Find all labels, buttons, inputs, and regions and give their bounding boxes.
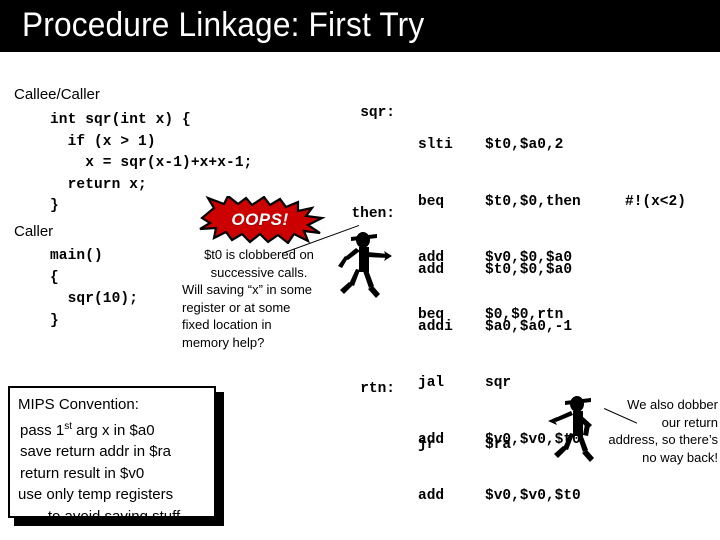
- asm-comment: #!(x<2): [625, 193, 686, 210]
- asm-op: add: [418, 262, 445, 278]
- asm-label-rtn: rtn:: [360, 381, 395, 397]
- asm-label-sqr: sqr:: [360, 105, 395, 121]
- asm-args: $a0,$a0,-1: [485, 318, 573, 335]
- mips-line-text: pass 1: [20, 421, 65, 439]
- asm-op: slti: [418, 137, 453, 153]
- mips-line-text: MIPS Convention:: [18, 396, 139, 413]
- stick-figure-icon-rtn: [548, 392, 604, 464]
- asm-block-rtn: jr $ra: [418, 405, 511, 494]
- asm-row: jal sqr: [418, 375, 511, 400]
- asm-args: $t0,$0,$a0: [485, 262, 573, 278]
- asm-row: beq $t0,$0,then #!(x<2): [418, 193, 686, 219]
- asm-args: $t0,$a0,2: [485, 137, 564, 153]
- asm-args: $v0,$v0,$t0: [485, 488, 581, 504]
- mips-line: use only temp registers: [10, 484, 218, 506]
- mips-line: return result in $v0: [10, 463, 218, 485]
- asm-op: addi: [418, 318, 453, 335]
- mips-line-text: use only temp registers: [18, 486, 174, 503]
- asm-args: $ra: [485, 437, 512, 453]
- asm-label-then: then:: [351, 206, 395, 222]
- asm-args: $t0,$0,then: [485, 193, 581, 210]
- asm-args: sqr: [485, 375, 512, 391]
- mips-line-text: save return addr in $ra: [20, 443, 171, 460]
- c-code-main: main() { sqr(10); }: [50, 248, 139, 329]
- asm-row: jr $ra: [418, 437, 511, 462]
- slide-canvas: Procedure Linkage: First Try Callee/Call…: [0, 0, 720, 540]
- mips-convention-box: MIPS Convention: pass 1st arg x in $a0 s…: [8, 386, 216, 525]
- mips-line-text: to avoid saving stuff: [47, 507, 181, 525]
- mips-line-text: return result in $v0: [20, 464, 145, 482]
- page-title: Procedure Linkage: First Try: [22, 6, 425, 44]
- asm-op: jr: [418, 437, 436, 453]
- mips-line: save return addr in $ra: [10, 441, 218, 463]
- asm-row: addi $a0,$a0,-1: [418, 318, 572, 344]
- asm-row: add $t0,$0,$a0: [418, 262, 572, 287]
- mips-line: MIPS Convention:: [10, 394, 218, 416]
- annotation-clobber-top: $t0 is clobbered on successive calls.: [204, 247, 314, 280]
- annotation-return-address: We also dobber our return address, so th…: [608, 397, 718, 465]
- asm-op: beq: [418, 193, 445, 210]
- mips-line: pass 1st arg x in $a0: [10, 416, 218, 442]
- mips-line-text-tail: arg x in $a0: [71, 421, 155, 439]
- mips-line-superscript: st: [64, 420, 72, 432]
- section-label-callee-caller: Callee/Caller: [14, 86, 100, 103]
- mips-line: to avoid saving stuff: [10, 506, 218, 528]
- section-label-caller: Caller: [14, 223, 54, 240]
- asm-row: slti $t0,$a0,2: [418, 137, 563, 162]
- mips-convention-lines: MIPS Convention: pass 1st arg x in $a0 s…: [10, 394, 218, 527]
- stick-figure-icon-then: [336, 228, 392, 300]
- annotation-clobber-body: Will saving “x” in some register or at s…: [182, 282, 313, 350]
- asm-op: jal: [418, 375, 445, 391]
